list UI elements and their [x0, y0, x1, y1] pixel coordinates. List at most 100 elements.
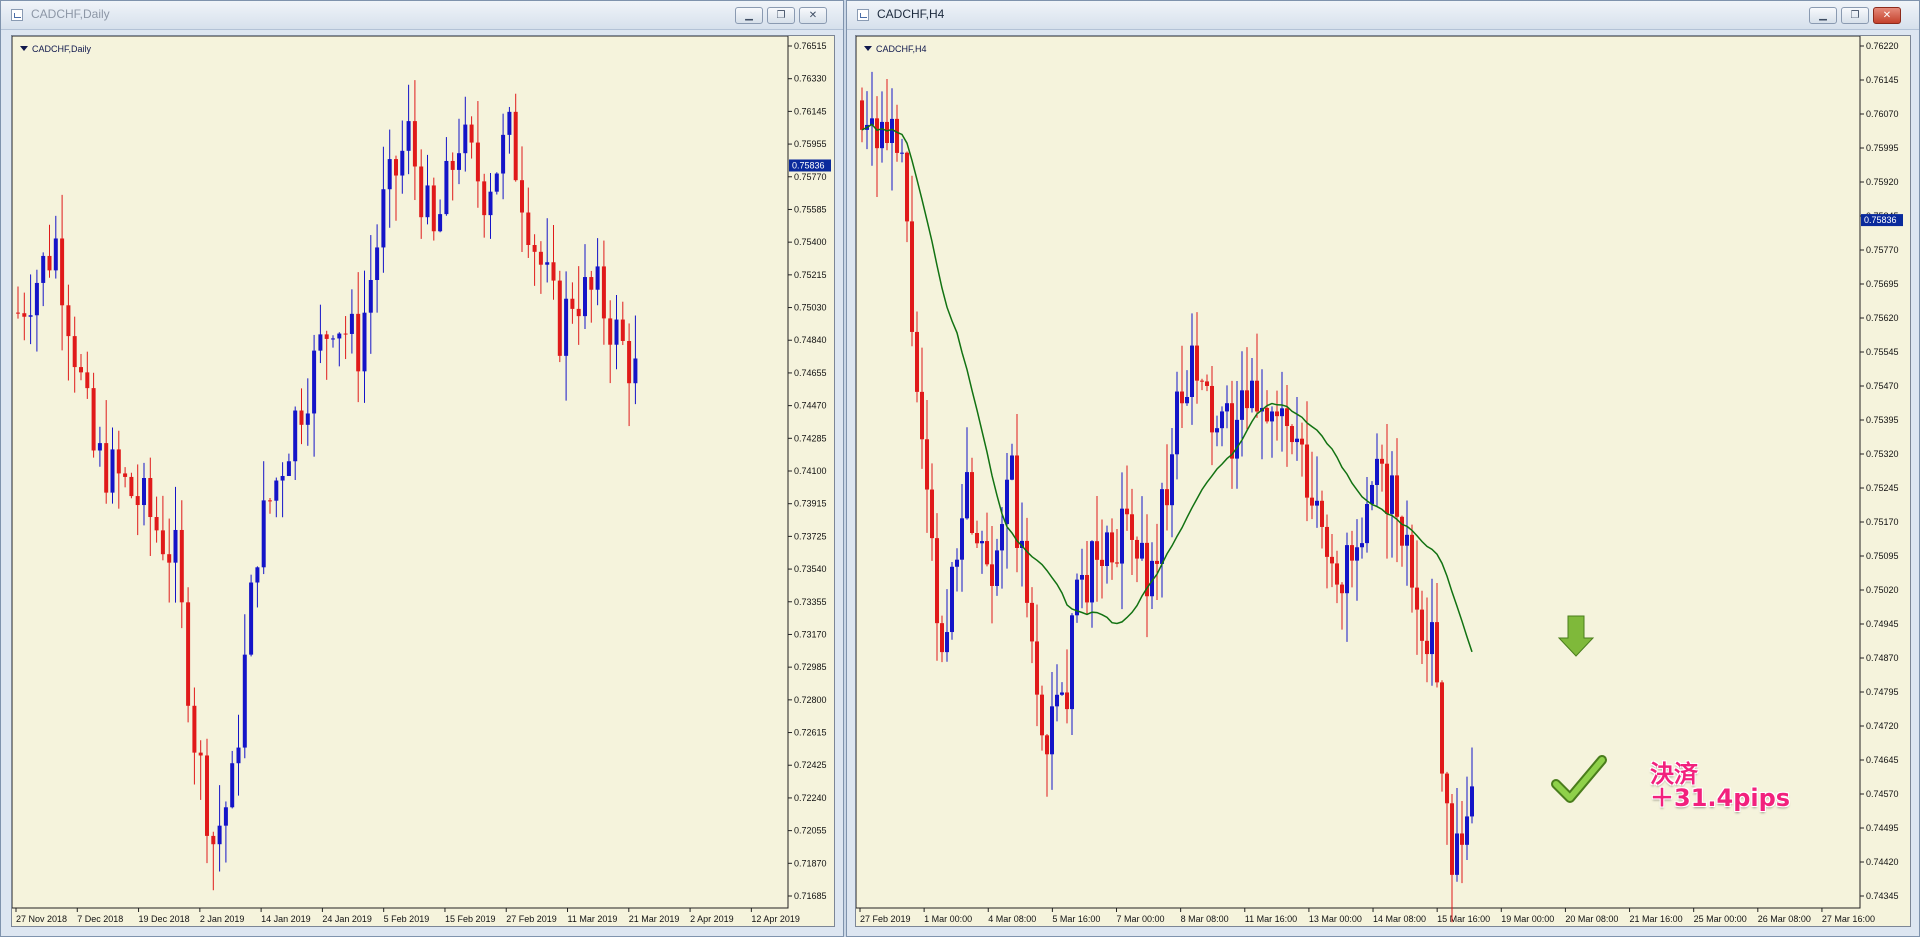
price-tick-label: 0.76220 — [1866, 41, 1899, 51]
candle-body — [66, 305, 71, 337]
candle-body — [249, 582, 254, 655]
daily-chart-window[interactable]: CADCHF,Daily ▁ ❐ ✕ 0.76515 0.76330 0.76145… — [0, 0, 844, 937]
daily-window-titlebar[interactable]: CADCHF,Daily ▁ ❐ ✕ — [1, 1, 843, 30]
exit-annotation: 決済 ＋31.4pips — [1650, 762, 1790, 810]
close-button[interactable]: ✕ — [1873, 7, 1901, 24]
candle-body — [488, 191, 493, 216]
chart-window-icon — [857, 9, 869, 21]
candle-body — [444, 160, 449, 215]
price-tick-label: 0.74345 — [1866, 891, 1899, 901]
daily-window-title: CADCHF,Daily — [31, 7, 110, 21]
candle-body — [980, 541, 984, 544]
candle-body — [1255, 380, 1259, 412]
candle-body — [482, 181, 487, 216]
candle-body — [940, 623, 944, 653]
candle-body — [450, 160, 455, 170]
candle-body — [1105, 532, 1109, 566]
time-tick-label: 14 Jan 2019 — [261, 914, 311, 924]
time-tick-label: 8 Mar 08:00 — [1181, 914, 1229, 924]
price-tick-label: 0.74840 — [794, 335, 827, 345]
candle-body — [920, 391, 924, 440]
price-tick-label: 0.71870 — [794, 858, 827, 868]
candle-body — [1380, 458, 1384, 464]
h4-window-title: CADCHF,H4 — [877, 7, 945, 21]
candle-body — [91, 388, 96, 451]
candle-body — [1455, 833, 1459, 875]
minimize-button[interactable]: ▁ — [735, 7, 763, 24]
candle-body — [1215, 428, 1219, 433]
candle-body — [935, 538, 939, 624]
candle-body — [1135, 539, 1139, 559]
candle-body — [1090, 541, 1094, 603]
maximize-button[interactable]: ❐ — [767, 7, 795, 24]
candle-body — [583, 277, 587, 317]
maximize-button[interactable]: ❐ — [1841, 7, 1869, 24]
candle-body — [394, 159, 398, 176]
candle-body — [28, 315, 33, 317]
candle-body — [1070, 615, 1074, 710]
price-tick-label: 0.75320 — [1866, 449, 1899, 459]
candle-body — [1300, 438, 1304, 445]
candle-body — [1165, 489, 1169, 506]
price-tick-label: 0.74645 — [1866, 755, 1899, 765]
candle-body — [1245, 390, 1249, 409]
price-tick-label: 0.75695 — [1866, 279, 1899, 289]
candle-body — [1430, 622, 1434, 655]
candle-body — [960, 518, 964, 560]
minimize-button[interactable]: ▁ — [1809, 7, 1837, 24]
close-button[interactable]: ✕ — [799, 7, 827, 24]
candle-body — [110, 449, 115, 493]
candle-body — [507, 111, 512, 135]
candle-body — [915, 331, 919, 392]
candle-body — [595, 266, 600, 290]
candle-body — [1010, 455, 1014, 480]
candle-body — [299, 410, 304, 425]
h4-window-titlebar[interactable]: CADCHF,H4 ▁ ❐ ✕ — [847, 1, 1919, 30]
candle-body — [1355, 547, 1359, 561]
price-tick-label: 0.75920 — [1866, 177, 1899, 187]
time-tick-label: 27 Feb 2019 — [506, 914, 557, 924]
candle-body — [1195, 345, 1199, 381]
time-tick-label: 12 Apr 2019 — [751, 914, 800, 924]
candle-body — [1045, 735, 1049, 755]
price-tick-label: 0.72800 — [794, 695, 827, 705]
candle-body — [431, 185, 436, 232]
candle-body — [53, 238, 58, 271]
candle-body — [1225, 403, 1229, 412]
h4-chart-area[interactable]: 0.76220 0.76145 0.76070 0.75995 0.75920 0.758… — [855, 35, 1911, 927]
candle-body — [950, 566, 954, 633]
price-tick-label: 0.74655 — [794, 368, 827, 378]
price-tick-label: 0.72985 — [794, 662, 827, 672]
candle-body — [900, 152, 904, 154]
candle-body — [1365, 504, 1369, 544]
time-tick-label: 20 Mar 08:00 — [1565, 914, 1618, 924]
price-tick-label: 0.76515 — [794, 41, 827, 51]
candle-body — [1330, 556, 1334, 564]
candle-body — [173, 529, 178, 563]
candle-body — [570, 298, 575, 309]
candle-body — [41, 255, 46, 283]
candle-body — [930, 489, 934, 539]
candle-body — [375, 247, 380, 280]
candle-body — [356, 313, 361, 372]
candle-body — [945, 632, 949, 653]
candle-body — [1220, 411, 1224, 429]
candle-body — [520, 180, 524, 213]
candle-body — [875, 118, 879, 149]
candle-body — [381, 189, 386, 248]
time-tick-label: 1 Mar 00:00 — [924, 914, 972, 924]
price-tick-label: 0.75170 — [1866, 517, 1899, 527]
candle-body — [343, 333, 348, 335]
h4-chart-window[interactable]: CADCHF,H4 ▁ ❐ ✕ 0.76220 0.76145 0.76070 0.7… — [846, 0, 1920, 937]
time-tick-label: 27 Mar 16:00 — [1822, 914, 1875, 924]
price-tick-label: 0.75470 — [1866, 381, 1899, 391]
candle-body — [601, 266, 606, 319]
candle-body — [1210, 385, 1214, 433]
daily-chart-area[interactable]: 0.76515 0.76330 0.76145 0.75955 0.75770 0.755… — [11, 35, 835, 927]
candle-body — [1410, 534, 1414, 588]
candle-body — [192, 705, 197, 753]
time-tick-label: 15 Mar 16:00 — [1437, 914, 1490, 924]
candle-body — [1110, 532, 1114, 563]
candle-body — [905, 152, 909, 222]
price-tick-label: 0.75030 — [794, 303, 827, 313]
